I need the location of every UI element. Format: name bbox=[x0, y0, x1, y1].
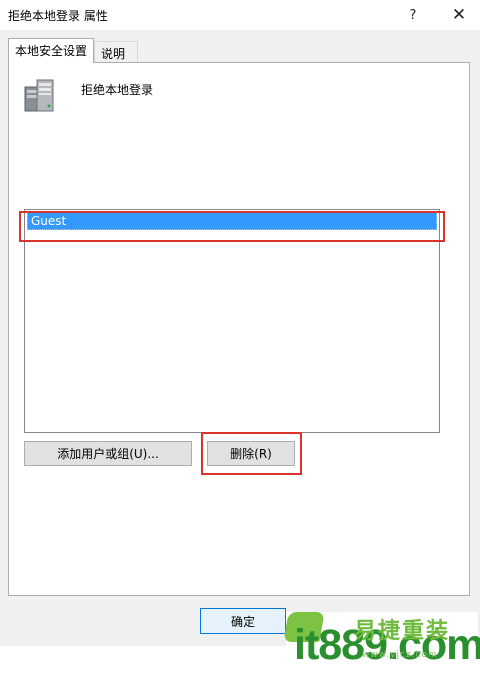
watermark-url: www.yjcz.com bbox=[362, 650, 438, 660]
close-button[interactable]: ✕ bbox=[438, 0, 480, 30]
help-button[interactable]: ? bbox=[392, 0, 434, 30]
policy-name: 拒绝本地登录 bbox=[81, 83, 154, 97]
watermark-brand: 易捷重装 bbox=[354, 619, 451, 644]
tab-explain[interactable]: 说明 bbox=[94, 41, 138, 63]
tab-local-security-setting[interactable]: 本地安全设置 bbox=[8, 38, 95, 63]
add-user-or-group-button[interactable]: 添加用户或组(U)... bbox=[24, 441, 192, 466]
ok-button[interactable]: 确定 bbox=[200, 608, 286, 634]
user-list[interactable]: Guest bbox=[24, 209, 440, 433]
watermark: it889.com 易捷重装 www.yjcz.com bbox=[283, 612, 480, 674]
dialog-body: 本地安全设置 说明 拒绝本地登录 Guest 添加用户或组(U)... 删除(R… bbox=[0, 30, 480, 674]
title-bar: 拒绝本地登录 属性 ? ✕ bbox=[0, 0, 480, 30]
tab-panel: 拒绝本地登录 Guest 添加用户或组(U)... 删除(R) bbox=[8, 62, 470, 596]
server-icon bbox=[24, 79, 54, 112]
highlight-box-guest bbox=[19, 211, 445, 242]
window-title: 拒绝本地登录 属性 bbox=[8, 9, 108, 23]
highlight-box-remove bbox=[201, 432, 302, 475]
